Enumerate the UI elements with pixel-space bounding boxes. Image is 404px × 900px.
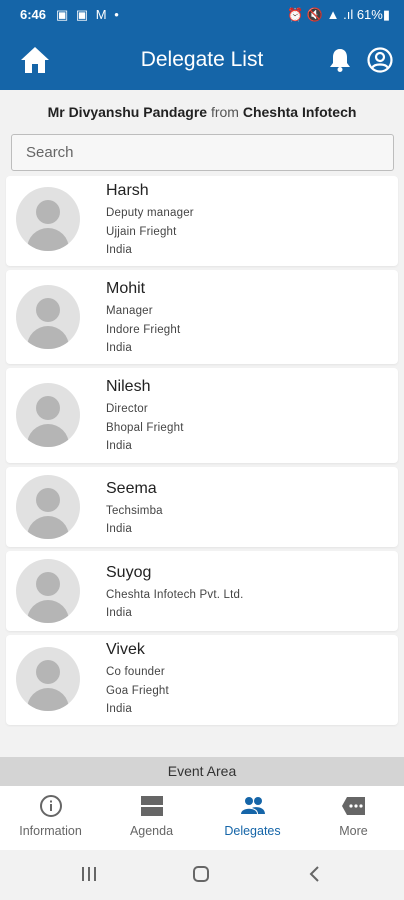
owner-company: Cheshta Infotech xyxy=(242,104,357,120)
status-time: 6:46 xyxy=(20,7,47,22)
delegate-detail: Deputy manager xyxy=(106,207,194,219)
profile-icon[interactable] xyxy=(367,47,393,73)
bell-icon[interactable] xyxy=(329,48,351,72)
delegate-detail: India xyxy=(106,703,132,715)
delegate-detail: Manager xyxy=(106,305,153,317)
bottom-tab-bar: Information Agenda Delegates More xyxy=(0,786,404,850)
home-nav-icon[interactable] xyxy=(192,865,210,883)
app-bar: Delegate List xyxy=(0,30,404,90)
delegate-name: Harsh xyxy=(106,182,149,199)
status-notification-icons: ▣ ▣ M • xyxy=(56,7,121,22)
avatar xyxy=(16,187,80,251)
agenda-icon xyxy=(141,796,163,816)
delegate-name: Nilesh xyxy=(106,378,151,395)
people-icon xyxy=(241,797,265,814)
system-nav-bar xyxy=(0,850,404,900)
delegate-detail: Bhopal Frieght xyxy=(106,422,184,434)
owner-name: Mr Divyanshu Pandagre xyxy=(47,104,208,120)
from-text: from xyxy=(210,104,239,120)
delegate-detail: India xyxy=(106,342,132,354)
recent-apps-icon[interactable] xyxy=(80,865,98,883)
delegate-detail: Indore Frieght xyxy=(106,324,181,336)
delegate-card[interactable]: Vivek Co founder Goa Frieght India xyxy=(6,635,398,725)
avatar xyxy=(16,383,80,447)
delegate-card[interactable]: Harsh Deputy manager Ujjain Frieght Indi… xyxy=(6,176,398,266)
delegate-detail: India xyxy=(106,607,132,619)
delegate-detail: Ujjain Frieght xyxy=(106,226,177,238)
delegate-name: Suyog xyxy=(106,564,152,581)
tab-agenda[interactable]: Agenda xyxy=(101,786,202,850)
delegate-detail: India xyxy=(106,440,132,452)
delegate-name: Vivek xyxy=(106,641,145,658)
avatar xyxy=(16,475,80,539)
delegate-detail: Co founder xyxy=(106,666,165,678)
delegate-owner-line: Mr Divyanshu Pandagre from Cheshta Infot… xyxy=(0,104,404,120)
info-icon xyxy=(40,795,62,817)
status-system-icons: ⏰ 🔇 ▲ .ıl 61%▮ xyxy=(287,7,390,22)
back-icon[interactable] xyxy=(306,865,324,883)
tab-label: Information xyxy=(19,824,82,838)
event-area-button[interactable]: Event Area xyxy=(0,757,404,786)
more-icon xyxy=(342,797,365,815)
delegate-detail: India xyxy=(106,523,132,535)
delegate-detail: India xyxy=(106,244,132,256)
avatar xyxy=(16,285,80,349)
delegate-name: Seema xyxy=(106,480,157,497)
tab-label: Agenda xyxy=(129,824,174,838)
tab-label: Delegates xyxy=(224,824,281,838)
delegate-card[interactable]: Seema Techsimba India xyxy=(6,467,398,547)
delegate-card[interactable]: Suyog Cheshta Infotech Pvt. Ltd. India xyxy=(6,551,398,631)
tab-delegates[interactable]: Delegates xyxy=(202,786,303,850)
search-input[interactable] xyxy=(11,134,394,171)
delegate-card[interactable]: Mohit Manager Indore Frieght India xyxy=(6,270,398,364)
status-bar: 6:46 ▣ ▣ M • ⏰ 🔇 ▲ .ıl 61%▮ xyxy=(0,0,404,30)
tab-information[interactable]: Information xyxy=(0,786,101,850)
tab-more[interactable]: More xyxy=(303,786,404,850)
delegate-name: Mohit xyxy=(106,280,146,297)
delegate-detail: Cheshta Infotech Pvt. Ltd. xyxy=(106,589,244,601)
delegate-detail: Goa Frieght xyxy=(106,685,169,697)
avatar xyxy=(16,647,80,711)
delegate-card[interactable]: Nilesh Director Bhopal Frieght India xyxy=(6,368,398,463)
tab-label: More xyxy=(339,824,368,838)
avatar xyxy=(16,559,80,623)
delegate-detail: Director xyxy=(106,403,148,415)
delegate-detail: Techsimba xyxy=(106,505,163,517)
